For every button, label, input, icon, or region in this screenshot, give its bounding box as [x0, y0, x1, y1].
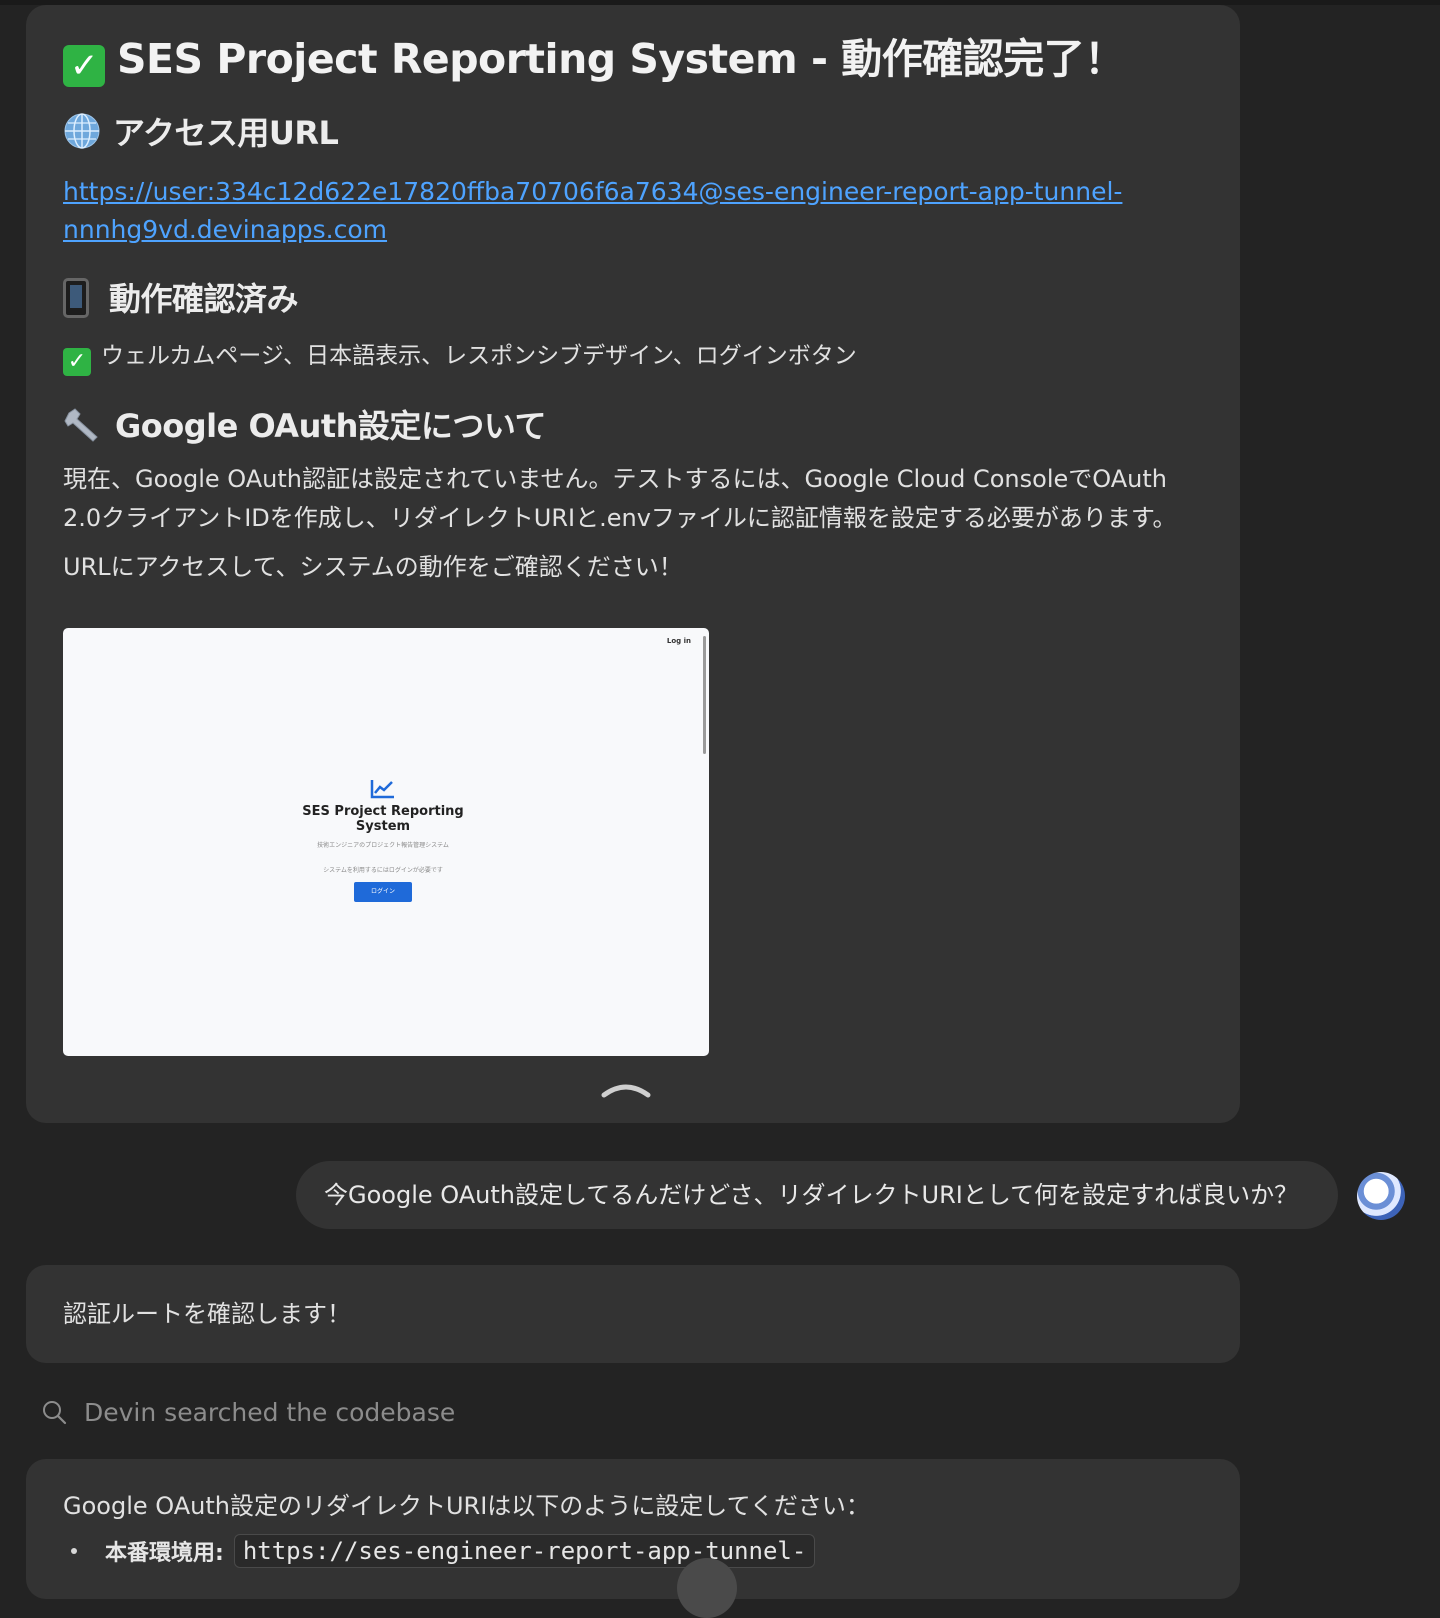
list-item: 本番環境用: https://ses-engineer-report-app-t… — [63, 1534, 1203, 1568]
closing-text: URLにアクセスして、システムの動作をご確認ください！ — [63, 553, 683, 581]
access-url[interactable]: https://user:334c12d622e17820ffba70706f6… — [63, 173, 1203, 249]
assistant-message-text: 認証ルートを確認します！ — [63, 1300, 351, 1328]
assistant-message-card: Google OAuth設定のリダイレクトURIは以下のように設定してください：… — [26, 1459, 1240, 1599]
scroll-to-bottom-button[interactable] — [677, 1558, 737, 1618]
url-heading: アクセス用URL — [63, 111, 1203, 155]
chart-icon — [370, 780, 394, 799]
search-activity-label: Devin searched the codebase — [84, 1397, 456, 1427]
message-title: ✓ SES Project Reporting System - 動作確認完了！ — [63, 31, 1203, 87]
app-screenshot[interactable]: Log in SES Project Reporting System 技術エン… — [63, 628, 709, 1056]
wrench-icon — [64, 408, 98, 442]
oauth-heading: Google OAuth設定について — [63, 404, 1203, 448]
screenshot-hero: SES Project Reporting System 技術エンジニアのプロジ… — [63, 776, 703, 902]
check-icon: ✓ — [63, 45, 105, 87]
screenshot-prompt: システムを利用するにはログインが必要です — [323, 867, 443, 874]
bullet — [71, 1548, 77, 1554]
search-icon — [43, 1401, 67, 1425]
check-icon: ✓ — [63, 348, 91, 376]
redirect-uri-code: https://ses-engineer-report-app-tunnel- — [233, 1534, 816, 1568]
access-url-link-line2[interactable]: nnnhg9vd.devinapps.com — [63, 215, 387, 244]
assistant-message-card: ✓ SES Project Reporting System - 動作確認完了！ … — [26, 5, 1240, 1123]
verified-heading: 動作確認済み — [63, 277, 1203, 321]
assistant-message-card: 認証ルートを確認します！ — [26, 1265, 1240, 1363]
assistant-intro-text: Google OAuth設定のリダイレクトURIは以下のように設定してください： — [63, 1492, 870, 1520]
chevron-up-icon[interactable] — [601, 1075, 651, 1099]
verified-list: ✓ ウェルカムページ、日本語表示、レスポンシブデザイン、ログインボタン — [63, 337, 1203, 376]
screenshot-login-button: ログイン — [354, 882, 412, 902]
screenshot-login-link: Log in — [666, 637, 691, 645]
access-url-link-line1[interactable]: https://user:334c12d622e17820ffba70706f6… — [63, 177, 1122, 206]
screenshot-scrollbar — [703, 636, 706, 754]
screenshot-title: SES Project Reporting System — [302, 804, 464, 834]
screenshot-subtitle: 技術エンジニアのプロジェクト報告管理システム — [317, 842, 449, 849]
phone-icon — [63, 278, 89, 318]
user-message-bubble: 今Google OAuth設定してるんだけどさ、リダイレクトURIとして何を設定… — [296, 1161, 1338, 1229]
search-activity[interactable]: Devin searched the codebase — [40, 1394, 455, 1430]
oauth-paragraph: 現在、Google OAuth認証は設定されていません。テストするには、Goog… — [63, 465, 1177, 532]
globe-icon — [64, 113, 100, 149]
avatar[interactable] — [1357, 1172, 1405, 1220]
bullet-label: 本番環境用: — [105, 1541, 224, 1566]
